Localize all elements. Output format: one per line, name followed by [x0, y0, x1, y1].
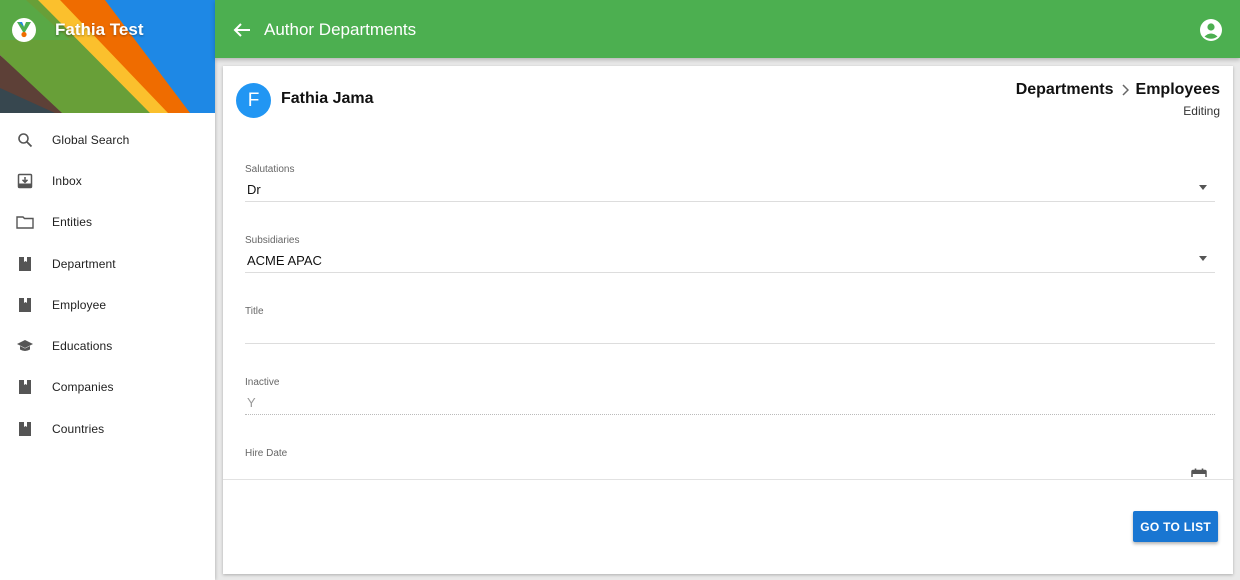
- field-label: Inactive: [245, 377, 280, 388]
- field-label: Title: [245, 306, 264, 317]
- breadcrumb-employees: Employees: [1135, 81, 1220, 98]
- dropdown-arrow-icon[interactable]: [1199, 256, 1207, 261]
- field-value: Y: [247, 395, 256, 410]
- bookmark-icon: [16, 420, 34, 438]
- record-name: Fathia Jama: [281, 90, 374, 107]
- chevron-right-icon: [1121, 84, 1129, 96]
- avatar: F: [236, 83, 271, 118]
- back-arrow-icon[interactable]: [231, 19, 253, 41]
- page-title: Author Departments: [264, 20, 417, 39]
- sidebar-item-global-search[interactable]: Global Search: [0, 119, 215, 160]
- edit-record-card: F Fathia Jama Departments Employees Edit…: [223, 66, 1233, 574]
- calendar-icon[interactable]: [1190, 467, 1208, 477]
- sidebar-item-employee[interactable]: Employee: [0, 284, 215, 325]
- sidebar-item-label: Inbox: [52, 173, 82, 188]
- field-underline: [245, 201, 1215, 202]
- breadcrumb: Departments Employees: [1016, 81, 1220, 99]
- bookmark-icon: [16, 296, 34, 314]
- sidebar-item-countries[interactable]: Countries: [0, 408, 215, 449]
- sidebar-item-label: Global Search: [52, 132, 130, 147]
- field-value[interactable]: ACME APAC: [247, 253, 322, 268]
- sidebar-item-entities[interactable]: Entities: [0, 202, 215, 243]
- dropdown-arrow-icon[interactable]: [1199, 185, 1207, 190]
- inactive-field: Inactive Y: [245, 374, 1215, 445]
- account-circle-icon[interactable]: [1199, 18, 1223, 42]
- form-fields: Salutations Dr Subsidiaries ACME APAC Ti…: [245, 161, 1215, 477]
- hire-date-field[interactable]: Hire Date: [245, 445, 1215, 477]
- bookmark-icon: [16, 255, 34, 273]
- sidebar-item-label: Department: [52, 256, 116, 271]
- field-value[interactable]: Dr: [247, 182, 261, 197]
- sidebar-item-label: Employee: [52, 297, 107, 312]
- field-label: Hire Date: [245, 448, 288, 459]
- breadcrumb-departments[interactable]: Departments: [1016, 81, 1114, 99]
- field-underline: [245, 272, 1215, 273]
- title-field[interactable]: Title: [245, 303, 1215, 374]
- header-background-graphic: [0, 0, 215, 113]
- footer-divider: [223, 479, 1233, 480]
- sidebar-nav: Global Search Inbox Entities Department …: [0, 119, 215, 449]
- sidebar-item-educations[interactable]: Educations: [0, 325, 215, 366]
- go-to-list-button[interactable]: GO TO LIST: [1133, 511, 1218, 542]
- field-underline: [245, 414, 1215, 415]
- brand-logo: [12, 18, 36, 42]
- drawer-header: Fathia Test: [0, 0, 215, 113]
- subsidiaries-field[interactable]: Subsidiaries ACME APAC: [245, 232, 1215, 303]
- sidebar-item-department[interactable]: Department: [0, 243, 215, 284]
- sidebar-item-inbox[interactable]: Inbox: [0, 160, 215, 201]
- navigation-drawer: Fathia Test Global Search Inbox Entities…: [0, 0, 215, 580]
- school-icon: [16, 337, 34, 355]
- logo-icon: [17, 22, 31, 38]
- sidebar-item-label: Companies: [52, 380, 114, 395]
- folder-icon: [16, 213, 34, 231]
- sidebar-item-label: Countries: [52, 421, 105, 436]
- app-bar: Author Departments: [215, 0, 1240, 58]
- field-label: Subsidiaries: [245, 235, 300, 246]
- field-label: Salutations: [245, 164, 295, 175]
- mode-label: Editing: [1183, 104, 1220, 118]
- field-underline: [245, 343, 1215, 344]
- bookmark-icon: [16, 378, 34, 396]
- search-icon: [16, 131, 34, 149]
- salutations-field[interactable]: Salutations Dr: [245, 161, 1215, 232]
- sidebar-item-label: Educations: [52, 339, 113, 354]
- brand-title: Fathia Test: [55, 20, 144, 39]
- sidebar-item-label: Entities: [52, 215, 93, 230]
- inbox-icon: [16, 172, 34, 190]
- sidebar-item-companies[interactable]: Companies: [0, 367, 215, 408]
